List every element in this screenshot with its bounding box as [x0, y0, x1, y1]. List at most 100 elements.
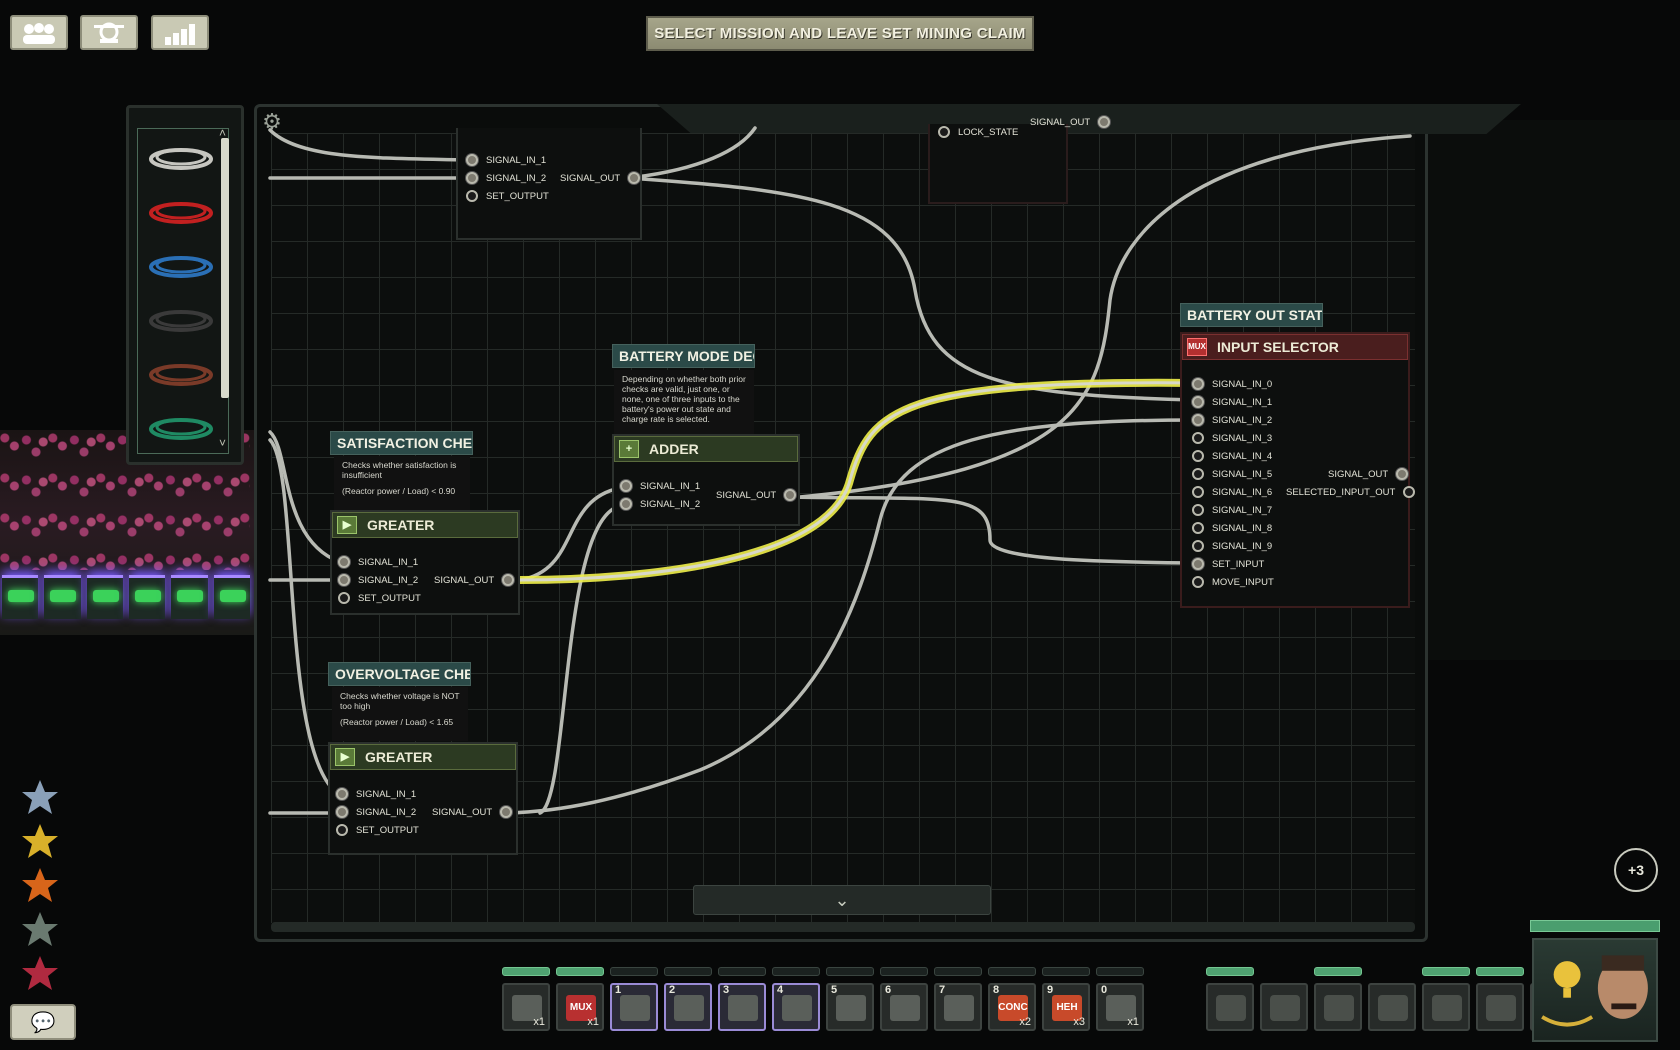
- scroll-down-icon[interactable]: ˅: [219, 436, 226, 450]
- connector-signal-in-7[interactable]: SIGNAL_IN_7: [1192, 502, 1272, 520]
- connector-set-output[interactable]: SET_OUTPUT: [466, 188, 549, 206]
- flashlight-icon: [890, 995, 920, 1021]
- body-armor-icon: [1324, 995, 1354, 1021]
- component-header[interactable]: MUX INPUT SELECTOR: [1182, 334, 1408, 360]
- component-header[interactable]: ▶ GREATER: [332, 512, 518, 538]
- weapons-skill-icon[interactable]: [20, 866, 60, 906]
- connector-signal-in-8[interactable]: SIGNAL_IN_8: [1192, 520, 1272, 538]
- chat-button[interactable]: 💬: [10, 1004, 76, 1040]
- collapse-button[interactable]: ⌄: [693, 885, 991, 915]
- slot-durability-bar: [880, 967, 928, 976]
- planter: [213, 575, 250, 619]
- statistics-button[interactable]: [151, 15, 209, 50]
- palette-scrollbar[interactable]: [221, 138, 229, 398]
- greater-component[interactable]: ▶ GREATER SIGNAL_IN_1 SIGNAL_IN_2 SET_OUT…: [328, 742, 518, 855]
- hotbar-slot-9[interactable]: HEH 9 x3: [1042, 983, 1090, 1031]
- connector-signal-in-5[interactable]: SIGNAL_IN_5: [1192, 466, 1272, 484]
- hotbar-slot-1[interactable]: 1: [610, 983, 658, 1031]
- component-header[interactable]: + ADDER: [614, 436, 798, 462]
- connector-signal-out[interactable]: SIGNAL_OUT: [1328, 466, 1409, 484]
- hotbar-slot-x0[interactable]: x1: [502, 983, 550, 1031]
- electrical-skill-icon[interactable]: [20, 778, 60, 818]
- hotbar-slot-x1[interactable]: MUX x1: [556, 983, 604, 1031]
- hotbar-slot-4[interactable]: 4: [772, 983, 820, 1031]
- connector-signal-in-6[interactable]: SIGNAL_IN_6: [1192, 484, 1272, 502]
- reputation-button[interactable]: [80, 15, 138, 50]
- crew-button[interactable]: [10, 15, 68, 50]
- slot-count: x3: [1073, 1016, 1085, 1028]
- connector-selected-input-out[interactable]: SELECTED_INPUT_OUT: [1286, 484, 1416, 502]
- connector-signal-in-3[interactable]: SIGNAL_IN_3: [1192, 430, 1272, 448]
- connector-signal-in-9[interactable]: SIGNAL_IN_9: [1192, 538, 1272, 556]
- connector-signal-in-2[interactable]: SIGNAL_IN_2: [466, 170, 546, 188]
- planter: [171, 575, 208, 619]
- connector-signal-out[interactable]: SIGNAL_OUT: [560, 170, 641, 188]
- slot-durability-bar: [556, 967, 604, 976]
- diving-mask-icon: [836, 995, 866, 1021]
- top-lock-component[interactable]: LOCK_STATE SIGNAL_OUT: [928, 116, 1111, 204]
- component-header[interactable]: ▶ GREATER: [330, 744, 516, 770]
- hotbar-slot-7[interactable]: 7: [934, 983, 982, 1031]
- hotbar-slot-3[interactable]: 3: [718, 983, 766, 1031]
- wire-coil-icon[interactable]: [146, 249, 216, 285]
- planter: [44, 575, 81, 619]
- connector-signal-out[interactable]: SIGNAL_OUT: [434, 572, 515, 590]
- medical-skill-icon[interactable]: [20, 910, 60, 950]
- connector-signal-in-1[interactable]: SIGNAL_IN_1: [1192, 394, 1272, 412]
- connector-signal-in-1[interactable]: SIGNAL_IN_1: [466, 152, 546, 170]
- equipment-slot[interactable]: [1260, 983, 1308, 1031]
- connector-set-output[interactable]: SET_OUTPUT: [336, 822, 419, 840]
- wire-coil-icon[interactable]: [146, 411, 216, 447]
- connector-signal-in-0[interactable]: SIGNAL_IN_0: [1192, 376, 1272, 394]
- top-partial-component[interactable]: SIGNAL_IN_1 SIGNAL_IN_2 SET_OUTPUT SIGNA…: [456, 128, 642, 240]
- wire-coil-icon[interactable]: [146, 195, 216, 231]
- mechanical-skill-icon[interactable]: [20, 822, 60, 862]
- connector-set-output[interactable]: SET_OUTPUT: [338, 590, 421, 608]
- equipment-slot[interactable]: [1368, 983, 1416, 1031]
- screwdriver-icon: [782, 995, 812, 1021]
- wire-coil-icon[interactable]: [146, 303, 216, 339]
- slot-durability-bar: [664, 967, 712, 976]
- connector-signal-in-1[interactable]: SIGNAL_IN_1: [620, 478, 700, 496]
- adder-component[interactable]: + ADDER SIGNAL_IN_1 SIGNAL_IN_2 SIGNAL_OU…: [612, 434, 800, 526]
- equipment-slot[interactable]: [1476, 983, 1524, 1031]
- connector-set-input[interactable]: SET_INPUT: [1192, 556, 1264, 574]
- wire-coil-icon[interactable]: [146, 141, 216, 177]
- satisfaction-check-label[interactable]: SATISFACTION CHECK: [330, 431, 473, 455]
- connector-move-input[interactable]: MOVE_INPUT: [1192, 574, 1274, 592]
- connector-lock-state[interactable]: LOCK_STATE: [938, 124, 1018, 142]
- greater-component[interactable]: ▶ GREATER SIGNAL_IN_1 SIGNAL_IN_2 SET_OUT…: [330, 510, 520, 615]
- connector-signal-in-2[interactable]: SIGNAL_IN_2: [1192, 412, 1272, 430]
- battery-out-state-label[interactable]: BATTERY OUT STATE: [1180, 303, 1323, 327]
- equipment-slot[interactable]: [1314, 983, 1362, 1031]
- connector-signal-in-2[interactable]: SIGNAL_IN_2: [338, 572, 418, 590]
- equipment-slot[interactable]: [1206, 983, 1254, 1031]
- connector-signal-in-4[interactable]: SIGNAL_IN_4: [1192, 448, 1272, 466]
- input-selector-component[interactable]: MUX INPUT SELECTOR SIGNAL_IN_0 SIGNAL_IN_…: [1180, 332, 1416, 608]
- hotbar-slot-6[interactable]: 6: [880, 983, 928, 1031]
- equipment-durability-bar: [1314, 967, 1362, 976]
- objective-banner[interactable]: SELECT MISSION AND LEAVE SET MINING CLAI…: [646, 16, 1034, 51]
- connector-signal-in-1[interactable]: SIGNAL_IN_1: [338, 554, 418, 572]
- slot-durability-bar: [502, 967, 550, 976]
- connector-signal-out[interactable]: SIGNAL_OUT: [432, 804, 513, 822]
- hotbar-slot-0[interactable]: 0 x1: [1096, 983, 1144, 1031]
- panel-scrollbar[interactable]: [271, 922, 1415, 932]
- overvoltage-check-label[interactable]: OVERVOLTAGE CHECK: [328, 662, 471, 686]
- wire-coil-icon[interactable]: [146, 357, 216, 393]
- talent-points-badge[interactable]: +3: [1614, 848, 1658, 892]
- helm-skill-icon[interactable]: [20, 954, 60, 994]
- hotbar-slot-8[interactable]: CONC 8 x2: [988, 983, 1036, 1031]
- hotbar-slot-2[interactable]: 2: [664, 983, 712, 1031]
- hotbar-slot-5[interactable]: 5: [826, 983, 874, 1031]
- connector-signal-out[interactable]: SIGNAL_OUT: [1030, 114, 1111, 132]
- equipment-slot[interactable]: [1422, 983, 1470, 1031]
- connector-signal-in-2[interactable]: SIGNAL_IN_2: [336, 804, 416, 822]
- connector-signal-in-2[interactable]: SIGNAL_IN_2: [620, 496, 700, 514]
- battery-mode-label[interactable]: BATTERY MODE DECI...: [612, 344, 755, 368]
- gear-icon[interactable]: ⚙: [259, 109, 285, 135]
- scroll-up-icon[interactable]: ˄: [219, 126, 226, 140]
- connector-signal-in-1[interactable]: SIGNAL_IN_1: [336, 786, 416, 804]
- connector-signal-out[interactable]: SIGNAL_OUT: [716, 487, 797, 505]
- character-portrait[interactable]: [1532, 938, 1658, 1042]
